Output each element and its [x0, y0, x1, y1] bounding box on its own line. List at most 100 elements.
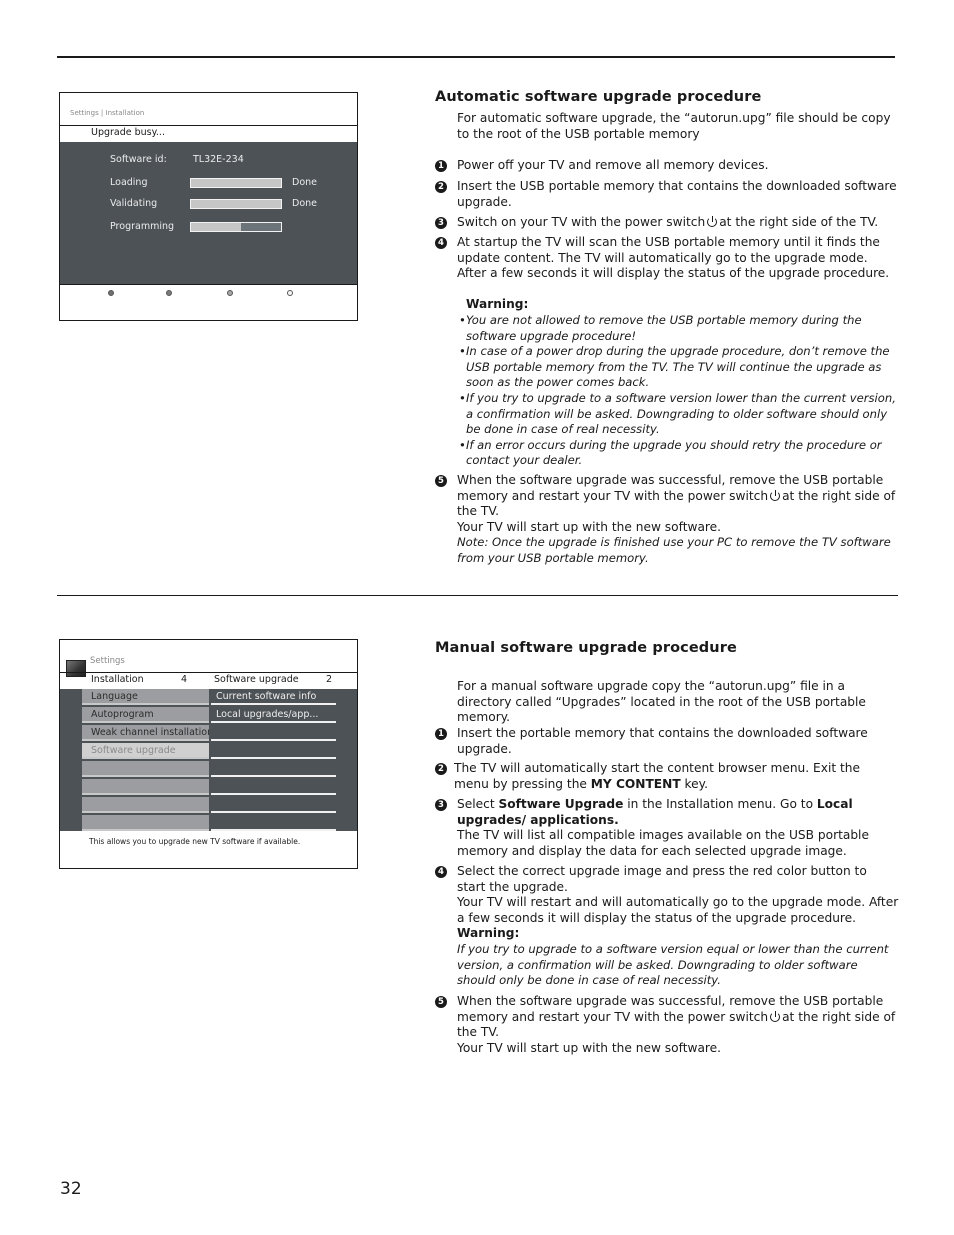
- step-text-line: Select the correct upgrade image and pre…: [457, 864, 867, 894]
- progress-status: Done: [292, 177, 317, 188]
- step-number: 3: [435, 217, 447, 229]
- step-text: At startup the TV will scan the USB port…: [457, 235, 890, 281]
- submenu-item[interactable]: Local upgrades/app...: [211, 707, 336, 723]
- step-text: Select the correct upgrade image and pre…: [457, 864, 899, 989]
- key-name: MY CONTENT: [590, 776, 681, 791]
- warning-list: • You are not allowed to remove the USB p…: [457, 313, 902, 469]
- step-text-line: The TV will list all compatible images a…: [457, 828, 869, 858]
- warning-item: • In case of a power drop during the upgr…: [459, 344, 890, 390]
- breadcrumb: Settings: [90, 656, 125, 666]
- green-key-dot: [166, 290, 172, 296]
- menu-item[interactable]: [82, 797, 209, 813]
- upgrade-status-panel: Software id: TL32E-234 Loading Done Vali…: [60, 142, 357, 285]
- software-id-value: TL32E-234: [193, 154, 244, 165]
- warning-text: If you try to upgrade to a software vers…: [466, 390, 896, 437]
- step-text: Select Software Upgrade in the Installat…: [457, 797, 899, 859]
- submenu-item[interactable]: Current software info: [211, 689, 336, 705]
- power-icon: [707, 216, 718, 227]
- top-rule: [57, 56, 895, 58]
- warning-text: In case of a power drop during the upgra…: [466, 344, 890, 390]
- step-number: 5: [435, 475, 447, 487]
- software-upgrade-menu-list: Current software info Local upgrades/app.…: [211, 689, 336, 831]
- step-text-line: Your TV will restart and will automatica…: [457, 895, 899, 925]
- progress-bar: [190, 199, 282, 209]
- step-text: Power off your TV and remove all memory …: [457, 158, 769, 172]
- warning-item: • You are not allowed to remove the USB p…: [459, 313, 862, 343]
- progress-label: Validating: [110, 198, 158, 209]
- progress-label: Programming: [110, 221, 175, 232]
- help-text: This allows you to upgrade new TV softwa…: [89, 837, 301, 846]
- warning-item: • If you try to upgrade to a software ver…: [459, 390, 896, 437]
- progress-bar: [190, 222, 282, 232]
- step-text: Insert the USB portable memory that cont…: [457, 179, 897, 209]
- software-id-label: Software id:: [110, 154, 167, 165]
- warning-text: You are not allowed to remove the USB po…: [466, 313, 862, 343]
- submenu-item[interactable]: [211, 797, 336, 813]
- right-menu-header: Software upgrade: [214, 674, 299, 685]
- menu-item[interactable]: Autoprogram: [82, 707, 209, 723]
- progress-fill: [191, 179, 281, 187]
- menu-item[interactable]: Language: [82, 689, 209, 705]
- section-divider: [57, 595, 898, 596]
- screen-title-bar: Upgrade busy...: [60, 125, 357, 143]
- step-number: 4: [435, 237, 447, 249]
- submenu-item[interactable]: [211, 779, 336, 795]
- progress-bar: [190, 178, 282, 188]
- step-text-part: Select: [457, 797, 495, 811]
- step-number: 2: [435, 181, 447, 193]
- step-text: When the software upgrade was successful…: [457, 473, 899, 567]
- warning-title: Warning:: [457, 926, 520, 941]
- menu-name: Software Upgrade: [498, 797, 624, 811]
- step-text-part: in the Installation menu. Go to: [627, 797, 814, 811]
- step-text-part: Switch on your TV with the power switch: [457, 215, 706, 229]
- progress-fill: [191, 223, 241, 231]
- menu-item[interactable]: Weak channel installation: [82, 725, 209, 741]
- red-key-dot: [108, 290, 114, 296]
- step-text-line: Your TV will start up with the new softw…: [457, 519, 722, 534]
- step-number: 2: [435, 763, 447, 775]
- submenu-item[interactable]: [211, 725, 336, 741]
- step-number: 1: [435, 160, 447, 172]
- intro-paragraph: For a manual software upgrade copy the “…: [457, 679, 866, 725]
- blue-key-dot: [287, 290, 293, 296]
- step-note: Note: Once the upgrade is finished use y…: [457, 535, 891, 565]
- menu-item[interactable]: [82, 815, 209, 831]
- power-icon: [770, 1010, 781, 1022]
- left-menu-count: 4: [181, 674, 188, 685]
- step-text: Insert the portable memory that contains…: [457, 726, 868, 756]
- right-menu-count: 2: [326, 674, 333, 685]
- warning-text: If you try to upgrade to a software vers…: [457, 941, 889, 988]
- section-heading: Manual software upgrade procedure: [435, 640, 737, 656]
- menu-item[interactable]: [82, 761, 209, 777]
- step-text: The TV will automatically start the cont…: [454, 761, 896, 792]
- warning-item: • If an error occurs during the upgrade y…: [459, 437, 882, 468]
- color-key-legend: [60, 290, 357, 300]
- progress-status: Done: [292, 198, 317, 209]
- settings-menu-screen: Settings Installation 4 Software upgrade…: [59, 639, 358, 869]
- step-number: 3: [435, 799, 447, 811]
- left-menu-header: Installation: [91, 674, 144, 685]
- submenu-item[interactable]: [211, 761, 336, 777]
- step-text-line: Your TV will start up with the new softw…: [457, 1040, 722, 1055]
- menu-item[interactable]: [82, 779, 209, 795]
- step-number: 4: [435, 866, 447, 878]
- submenu-item[interactable]: [211, 815, 336, 831]
- step-text: When the software upgrade was successful…: [457, 994, 899, 1056]
- power-icon: [770, 489, 781, 501]
- step-text-part: at the right side of the TV.: [719, 215, 879, 229]
- progress-label: Loading: [110, 177, 148, 188]
- step-text: Switch on your TV with the power switch a…: [457, 215, 899, 231]
- submenu-item[interactable]: [211, 743, 336, 759]
- menu-header-row: Installation 4 Software upgrade 2: [60, 672, 357, 689]
- step-text-part: key.: [684, 776, 708, 791]
- progress-fill: [191, 200, 281, 208]
- menu-item[interactable]: Software upgrade: [82, 743, 209, 759]
- menu-body: Language Autoprogram Weak channel installa…: [60, 689, 357, 831]
- yellow-key-dot: [227, 290, 233, 296]
- upgrade-busy-screen: Settings | Installation Upgrade busy... …: [59, 92, 358, 321]
- warning-title: Warning:: [466, 297, 529, 311]
- screen-title: Upgrade busy...: [91, 127, 165, 138]
- intro-paragraph: For automatic software upgrade, the “aut…: [457, 111, 891, 141]
- installation-menu-list: Language Autoprogram Weak channel installa…: [82, 689, 209, 831]
- page-number: 32: [60, 1179, 82, 1199]
